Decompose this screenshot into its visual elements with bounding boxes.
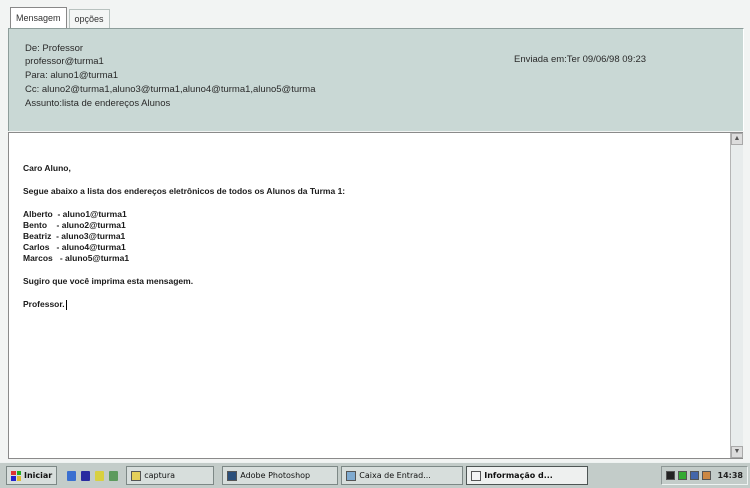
scroll-up-icon[interactable]: ▲ (731, 133, 743, 145)
folder-icon (131, 470, 142, 481)
from-email[interactable]: professor@turma1 (25, 56, 104, 67)
student-row: Beatriz - aluno3@turma1 (23, 231, 126, 241)
signature: Professor. (23, 299, 65, 309)
message-text: Caro Aluno, Segue abaixo a lista dos end… (23, 163, 713, 310)
text-caret (65, 299, 67, 310)
clock: 14:38 (717, 471, 743, 480)
scroll-down-icon[interactable]: ▼ (731, 446, 743, 458)
browser-icon[interactable] (81, 470, 91, 481)
greeting: Caro Aluno, (23, 163, 71, 173)
start-label: Iniciar (24, 471, 53, 480)
message-icon (471, 470, 482, 481)
suggestion-text: Sugiro que você imprima esta mensagem. (23, 276, 194, 286)
photoshop-icon (227, 470, 238, 481)
start-button[interactable]: Iniciar (6, 466, 58, 485)
scheduler-icon[interactable] (701, 471, 711, 480)
to-field[interactable]: Para: aluno1@turma1 (25, 70, 118, 81)
student-row: Carlos - aluno4@turma1 (23, 242, 126, 252)
task-label: Adobe Photoshop (240, 471, 311, 480)
tab-mensagem[interactable]: Mensagem (10, 7, 67, 28)
task-captura[interactable]: captura (126, 466, 215, 485)
outlook-icon[interactable] (67, 470, 77, 481)
taskbar: Iniciar captura Adobe Photoshop Caixa de… (0, 462, 750, 488)
cc-field[interactable]: Cc: aluno2@turma1,aluno3@turma1,aluno4@t… (25, 84, 315, 95)
windows-logo-icon (11, 470, 21, 481)
vertical-scrollbar[interactable]: ▲ ▼ (730, 133, 743, 458)
task-photoshop[interactable]: Adobe Photoshop (222, 466, 339, 485)
message-header: De: Professor professor@turma1 Para: alu… (8, 28, 744, 131)
tab-opcoes[interactable]: opções (68, 9, 110, 28)
quick-launch (67, 470, 119, 481)
monitor-icon[interactable] (665, 471, 675, 480)
sent-date: Enviada em:Ter 09/06/98 09:23 (514, 54, 647, 65)
task-label: captura (144, 471, 176, 480)
message-body[interactable]: Caro Aluno, Segue abaixo a lista dos end… (8, 132, 743, 459)
system-tray: 14:38 (660, 466, 748, 485)
student-row: Alberto - aluno1@turma1 (23, 209, 127, 219)
intro-text: Segue abaixo a lista dos endereços eletr… (23, 186, 346, 196)
student-row: Marcos - aluno5@turma1 (23, 253, 130, 263)
signature-line: Professor. (23, 299, 713, 310)
subject-field: Assunto:lista de endereços Alunos (25, 98, 171, 109)
inbox-icon (346, 470, 357, 481)
task-informacao[interactable]: Informação d... (466, 466, 589, 485)
task-inbox[interactable]: Caixa de Entrad... (341, 466, 464, 485)
volume-icon[interactable] (677, 471, 687, 480)
folder-icon[interactable] (95, 470, 105, 481)
student-row: Bento - aluno2@turma1 (23, 220, 126, 230)
task-label: Informação d... (484, 471, 553, 480)
network-icon[interactable] (689, 471, 699, 480)
desktop-icon[interactable] (109, 470, 119, 481)
tab-strip: Mensagem opções (10, 6, 112, 28)
from-field: De: Professor (25, 43, 84, 54)
task-label: Caixa de Entrad... (359, 471, 431, 480)
